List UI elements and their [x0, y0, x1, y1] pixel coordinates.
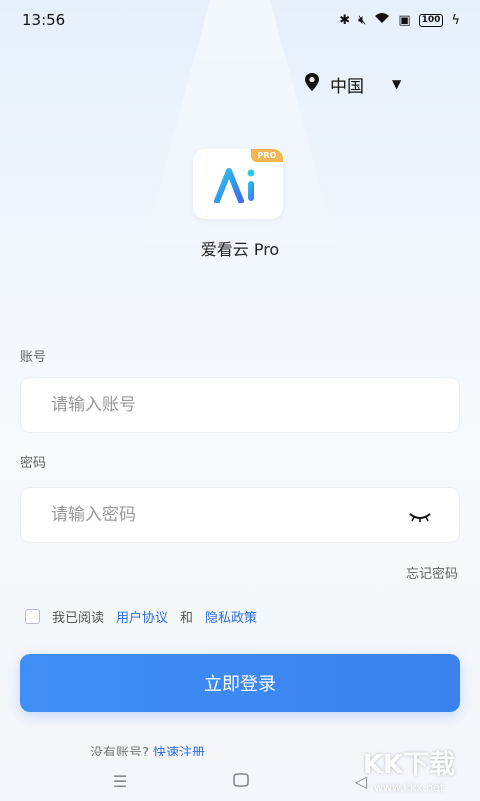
chevron-down-icon: ▼ — [392, 77, 402, 91]
app-logo-icon — [214, 168, 255, 203]
kk-watermark: KK下载 www.kkx.net — [344, 739, 474, 799]
app-logo: PRO — [193, 149, 283, 219]
watermark-url: www.kkx.net — [373, 781, 445, 794]
privacy-policy-link[interactable]: 隐私政策 — [205, 607, 257, 626]
account-label: 账号 — [20, 350, 47, 365]
app-name: 爱看云 Pro — [200, 240, 280, 259]
agreement-and: 和 — [180, 611, 194, 626]
bluetooth-icon: ✱ — [339, 12, 351, 28]
status-time: 13:56 — [22, 11, 66, 29]
status-icons: ✱ 🔇︎ ▣ 100 ϟ — [339, 12, 460, 28]
agreement-prefix: 我已阅读 — [52, 611, 105, 626]
register-prompt: 没有账号? — [90, 746, 149, 756]
register-link[interactable]: 快速注册 — [153, 746, 205, 756]
account-field-box[interactable] — [20, 377, 460, 433]
status-bar: 13:56 ✱ 🔇︎ ▣ 100 ϟ — [0, 0, 480, 40]
wifi-icon — [374, 12, 390, 28]
region-label: 中国 — [330, 76, 364, 97]
battery-icon: 100 — [418, 13, 444, 27]
pro-badge: PRO — [251, 149, 283, 162]
screen-record-icon: ▣ — [398, 12, 411, 28]
register-row: 没有账号? 快速注册 — [90, 742, 205, 756]
watermark-text: KK下载 — [362, 750, 456, 780]
menu-icon[interactable]: ☰ — [113, 772, 127, 791]
password-input[interactable] — [51, 505, 429, 525]
home-icon[interactable] — [233, 772, 249, 791]
region-selector[interactable]: 中国 ▼ — [304, 70, 424, 98]
account-input[interactable] — [51, 395, 429, 415]
forgot-password-link[interactable]: 忘记密码 — [406, 563, 458, 582]
password-field-box[interactable] — [20, 487, 460, 543]
agreement-row: 我已阅读 用户协议 和 隐私政策 — [25, 607, 257, 626]
charging-icon: ϟ — [451, 12, 460, 28]
mute-icon: 🔇︎ — [358, 12, 367, 28]
login-button[interactable]: 立即登录 — [20, 654, 460, 712]
location-pin-icon — [304, 72, 320, 96]
user-agreement-link[interactable]: 用户协议 — [116, 607, 168, 626]
eye-closed-icon[interactable] — [409, 508, 431, 527]
agreement-checkbox[interactable] — [25, 609, 40, 624]
password-label: 密码 — [20, 456, 47, 471]
